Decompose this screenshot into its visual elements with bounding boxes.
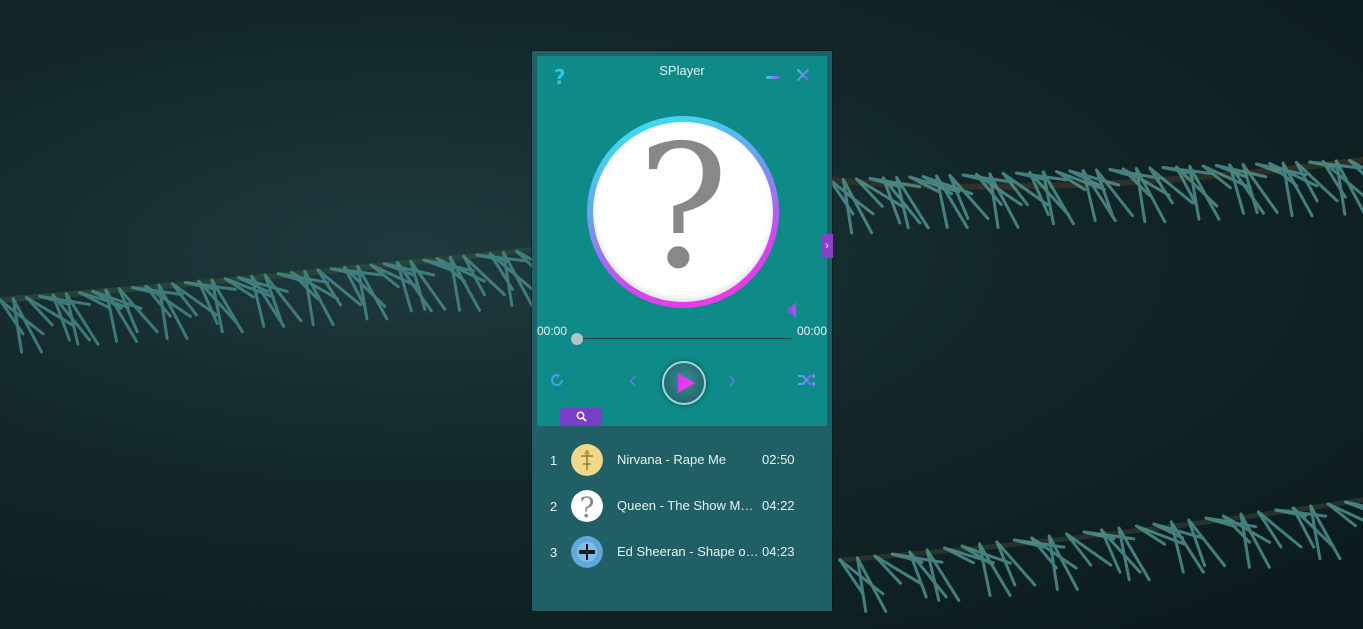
album-thumbnail: ? xyxy=(571,490,603,522)
track-number: 2 xyxy=(550,499,558,514)
search-button[interactable] xyxy=(560,408,602,426)
seek-bar[interactable] xyxy=(578,338,792,339)
search-icon xyxy=(576,411,587,422)
track-title: Queen - The Show Must Go On xyxy=(617,498,760,513)
previous-button[interactable] xyxy=(628,374,638,388)
album-thumbnail xyxy=(571,444,603,476)
shuffle-icon[interactable] xyxy=(797,372,817,388)
next-button[interactable] xyxy=(727,374,737,388)
track-title: Nirvana - Rape Me xyxy=(617,452,727,467)
album-thumbnail xyxy=(571,536,603,568)
repeat-icon[interactable] xyxy=(549,372,565,388)
current-time: 00:00 xyxy=(537,324,568,338)
now-playing-panel: SPlayer ? ? › 00:00 00:00 xyxy=(537,56,833,426)
play-icon xyxy=(678,373,695,393)
help-icon[interactable]: ? xyxy=(554,65,566,89)
svg-text:?: ? xyxy=(579,491,594,522)
playlist-item[interactable]: 2 ? Queen - The Show Must Go On 04:22 xyxy=(532,486,832,526)
question-mark-icon: ? xyxy=(637,122,729,302)
track-duration: 04:23 xyxy=(762,544,795,559)
expand-panel-button[interactable]: › xyxy=(821,234,833,258)
play-button[interactable] xyxy=(662,361,706,405)
seek-handle[interactable] xyxy=(571,333,583,345)
track-duration: 04:22 xyxy=(762,498,795,513)
close-icon[interactable] xyxy=(795,67,811,83)
music-player-window: SPlayer ? ? › 00:00 00:00 1 Nirvana - Ra… xyxy=(532,51,833,611)
track-title: Ed Sheeran - Shape of You xyxy=(617,544,760,559)
window-title: SPlayer xyxy=(659,63,705,78)
playlist-item[interactable]: 3 Ed Sheeran - Shape of You 04:23 xyxy=(532,532,832,572)
album-cover-ring: ? xyxy=(587,116,779,308)
volume-icon[interactable] xyxy=(785,300,805,320)
album-cover: ? xyxy=(593,122,773,302)
total-time: 00:00 xyxy=(797,324,828,338)
playlist-item[interactable]: 1 Nirvana - Rape Me 02:50 xyxy=(532,440,832,480)
track-number: 1 xyxy=(550,453,558,468)
track-duration: 02:50 xyxy=(762,452,795,467)
minimize-icon[interactable] xyxy=(766,76,780,79)
track-number: 3 xyxy=(550,545,558,560)
